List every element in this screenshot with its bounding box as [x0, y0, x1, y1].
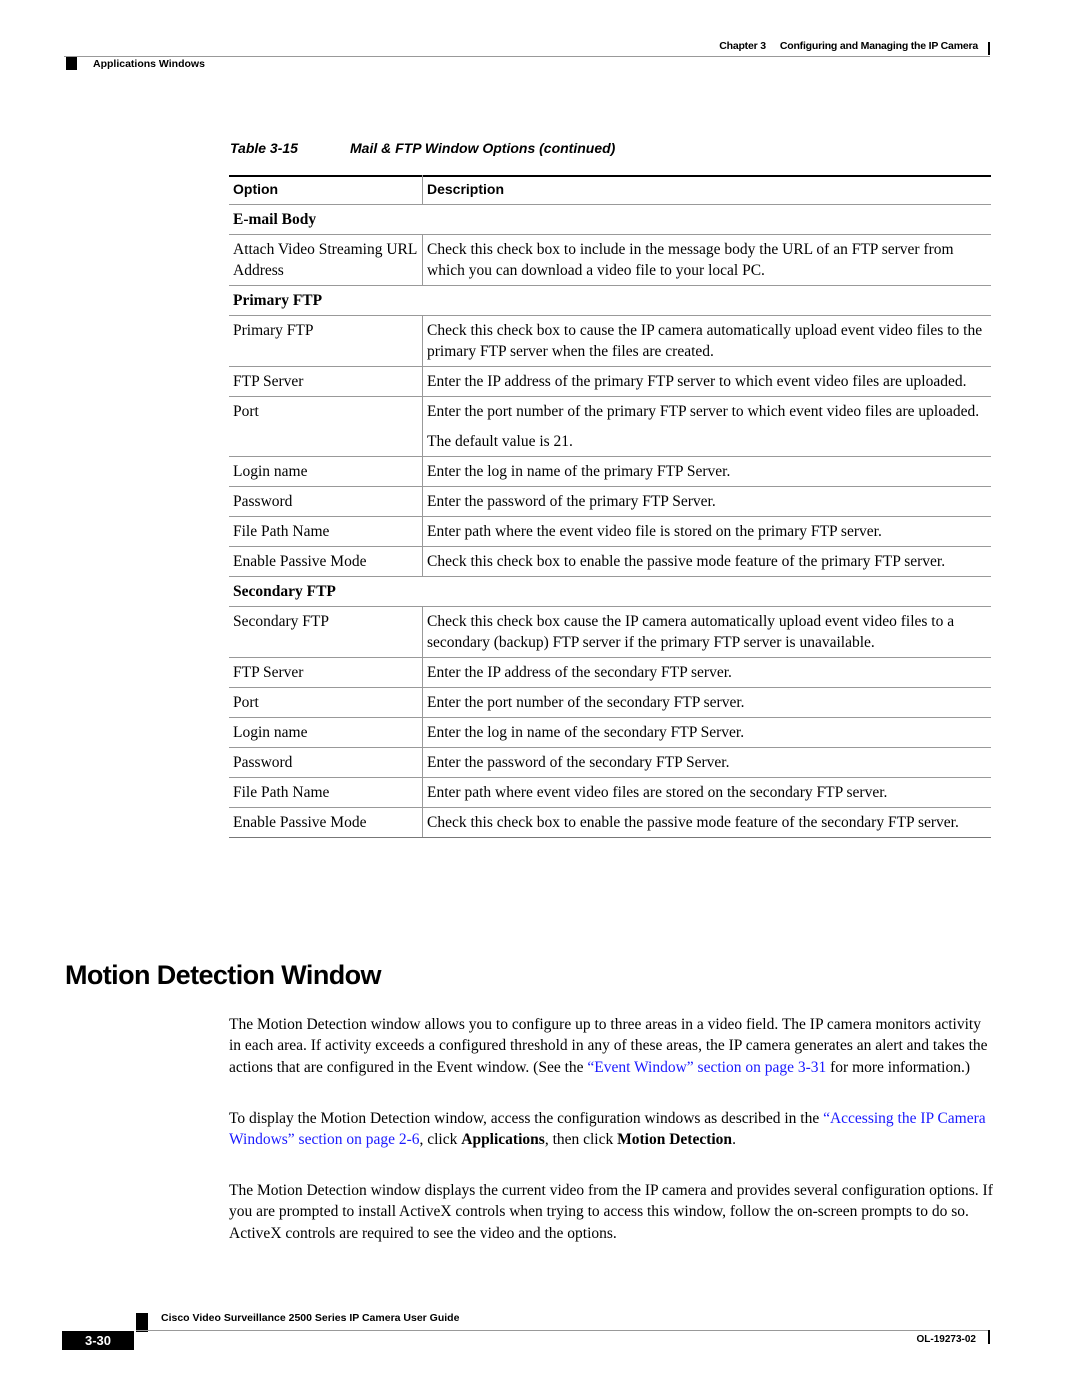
description-text: Enter the IP address of the secondary FT…: [427, 664, 732, 681]
description-cell: Enter the password of the secondary FTP …: [422, 747, 991, 778]
table-section-row: Secondary FTP: [229, 576, 991, 607]
table-row: Enable Passive Mode Check this check box …: [229, 807, 991, 838]
option-cell: File Path Name: [229, 516, 423, 547]
option-cell: FTP Server: [229, 657, 423, 688]
description-cell: Check this check box to include in the m…: [422, 234, 991, 286]
table-number: Table 3-15: [230, 140, 298, 156]
description-text: Check this check box to enable the passi…: [427, 814, 959, 831]
document-number: OL-19273-02: [916, 1334, 976, 1345]
table-row: FTP Server Enter the IP address of the pr…: [229, 366, 991, 397]
paragraph-text: The Motion Detection window displays the…: [229, 1182, 993, 1242]
option-cell: Password: [229, 747, 423, 778]
option-cell: Port: [229, 396, 423, 457]
table-row: Password Enter the password of the second…: [229, 747, 991, 778]
description-text: Enter path where the event video file is…: [427, 523, 882, 540]
description-cell: Enter the log in name of the primary FTP…: [422, 456, 991, 487]
paragraph-intro: The Motion Detection window allows you t…: [229, 1014, 993, 1078]
option-cell: Login name: [229, 456, 423, 487]
description-cell: Enter the log in name of the secondary F…: [422, 717, 991, 748]
table-row: Password Enter the password of the primar…: [229, 486, 991, 517]
table-header-row: Option Description: [229, 175, 991, 205]
table-row: Secondary FTP Check this check box cause …: [229, 606, 991, 658]
footer-rule: [136, 1330, 990, 1331]
description-text: Check this check box cause the IP camera…: [427, 613, 955, 651]
paragraph-text: , click: [419, 1131, 462, 1149]
table-row: Attach Video Streaming URL Address Check …: [229, 234, 991, 286]
table-row: Enable Passive Mode Check this check box …: [229, 546, 991, 577]
paragraph-text: , then click: [544, 1131, 618, 1149]
option-cell: File Path Name: [229, 777, 423, 808]
description-text: The default value is 21.: [427, 433, 573, 450]
description-cell: Enter the IP address of the primary FTP …: [422, 366, 991, 397]
option-cell: Login name: [229, 717, 423, 748]
description-text: Check this check box to enable the passi…: [427, 553, 946, 570]
paragraph-text: .: [732, 1131, 736, 1149]
description-text: Enter the log in name of the secondary F…: [427, 724, 745, 741]
option-cell: Secondary FTP: [229, 606, 423, 658]
description-cell: Enter the port number of the secondary F…: [422, 687, 991, 718]
table-row: Login name Enter the log in name of the s…: [229, 717, 991, 748]
description-text: Enter the IP address of the primary FTP …: [427, 373, 967, 390]
description-cell: Check this check box to cause the IP cam…: [422, 315, 991, 367]
option-cell: Enable Passive Mode: [229, 807, 423, 838]
description-text: Enter the port number of the secondary F…: [427, 694, 745, 711]
paragraph-activex: The Motion Detection window displays the…: [229, 1180, 993, 1244]
table-caption: Table 3-15 Mail & FTP Window Options (con…: [230, 140, 615, 156]
chapter-number: Chapter 3: [719, 40, 766, 52]
option-cell: FTP Server: [229, 366, 423, 397]
header-bar-marker: [988, 42, 990, 55]
table-section-row: Primary FTP: [229, 285, 991, 316]
ui-term-motion-detection: Motion Detection: [617, 1131, 733, 1149]
footer-bar-marker: [988, 1330, 990, 1344]
description-cell: Check this check box cause the IP camera…: [422, 606, 991, 658]
option-cell: Password: [229, 486, 423, 517]
table-row: Login name Enter the log in name of the p…: [229, 456, 991, 487]
option-cell: Attach Video Streaming URL Address: [229, 234, 423, 286]
footer-guide-title: Cisco Video Surveillance 2500 Series IP …: [161, 1312, 460, 1324]
ui-term-applications: Applications: [461, 1131, 545, 1149]
paragraph-text: for more information.): [826, 1058, 971, 1076]
description-text: Check this check box to include in the m…: [427, 241, 954, 279]
option-cell: Primary FTP: [229, 315, 423, 367]
description-cell: Check this check box to enable the passi…: [422, 807, 991, 838]
description-text: Enter the password of the primary FTP Se…: [427, 493, 716, 510]
table-title: Mail & FTP Window Options (continued): [350, 140, 616, 156]
description-cell: Enter the IP address of the secondary FT…: [422, 657, 991, 688]
column-header-description: Description: [422, 175, 991, 205]
chapter-title: Configuring and Managing the IP Camera: [779, 40, 978, 52]
description-cell: Enter the port number of the primary FTP…: [422, 396, 991, 457]
table-section-title: E-mail Body: [229, 204, 991, 235]
table-row: Port Enter the port number of the primary…: [229, 396, 991, 457]
table-row: File Path Name Enter path where the event…: [229, 516, 991, 547]
table-row: FTP Server Enter the IP address of the se…: [229, 657, 991, 688]
paragraph-text: To display the Motion Detection window, …: [229, 1110, 824, 1127]
event-window-link[interactable]: “Event Window” section on page 3-31: [587, 1059, 826, 1076]
section-heading: Motion Detection Window: [65, 960, 382, 990]
running-header-chapter: Chapter 3 Configuring and Managing the IP…: [719, 40, 978, 52]
description-cell: Enter the password of the primary FTP Se…: [422, 486, 991, 517]
description-text: Enter the log in name of the primary FTP…: [427, 463, 731, 480]
description-cell: Enter path where the event video file is…: [422, 516, 991, 547]
header-rule: [64, 56, 990, 57]
table-row: File Path Name Enter path where event vid…: [229, 777, 991, 808]
option-cell: Port: [229, 687, 423, 718]
description-cell: Enter path where event video files are s…: [422, 777, 991, 808]
table-section-row: E-mail Body: [229, 204, 991, 235]
table-row: Port Enter the port number of the seconda…: [229, 687, 991, 718]
description-text: Enter path where event video files are s…: [427, 784, 888, 801]
running-header-section: Applications Windows: [93, 58, 205, 70]
table-section-title: Secondary FTP: [229, 576, 991, 607]
option-cell: Enable Passive Mode: [229, 546, 423, 577]
column-header-option: Option: [229, 175, 423, 205]
table-section-title: Primary FTP: [229, 285, 991, 316]
description-text: Enter the port number of the primary FTP…: [427, 403, 980, 420]
page-number: 3-30: [62, 1331, 134, 1350]
options-table: Option Description E-mail Body Attach Vid…: [229, 175, 991, 838]
table-row: Primary FTP Check this check box to cause…: [229, 315, 991, 367]
description-text: Check this check box to cause the IP cam…: [427, 322, 983, 360]
description-cell: Check this check box to enable the passi…: [422, 546, 991, 577]
paragraph-access: To display the Motion Detection window, …: [229, 1108, 993, 1151]
header-block-marker: [66, 57, 77, 70]
description-text: Enter the password of the secondary FTP …: [427, 754, 730, 771]
